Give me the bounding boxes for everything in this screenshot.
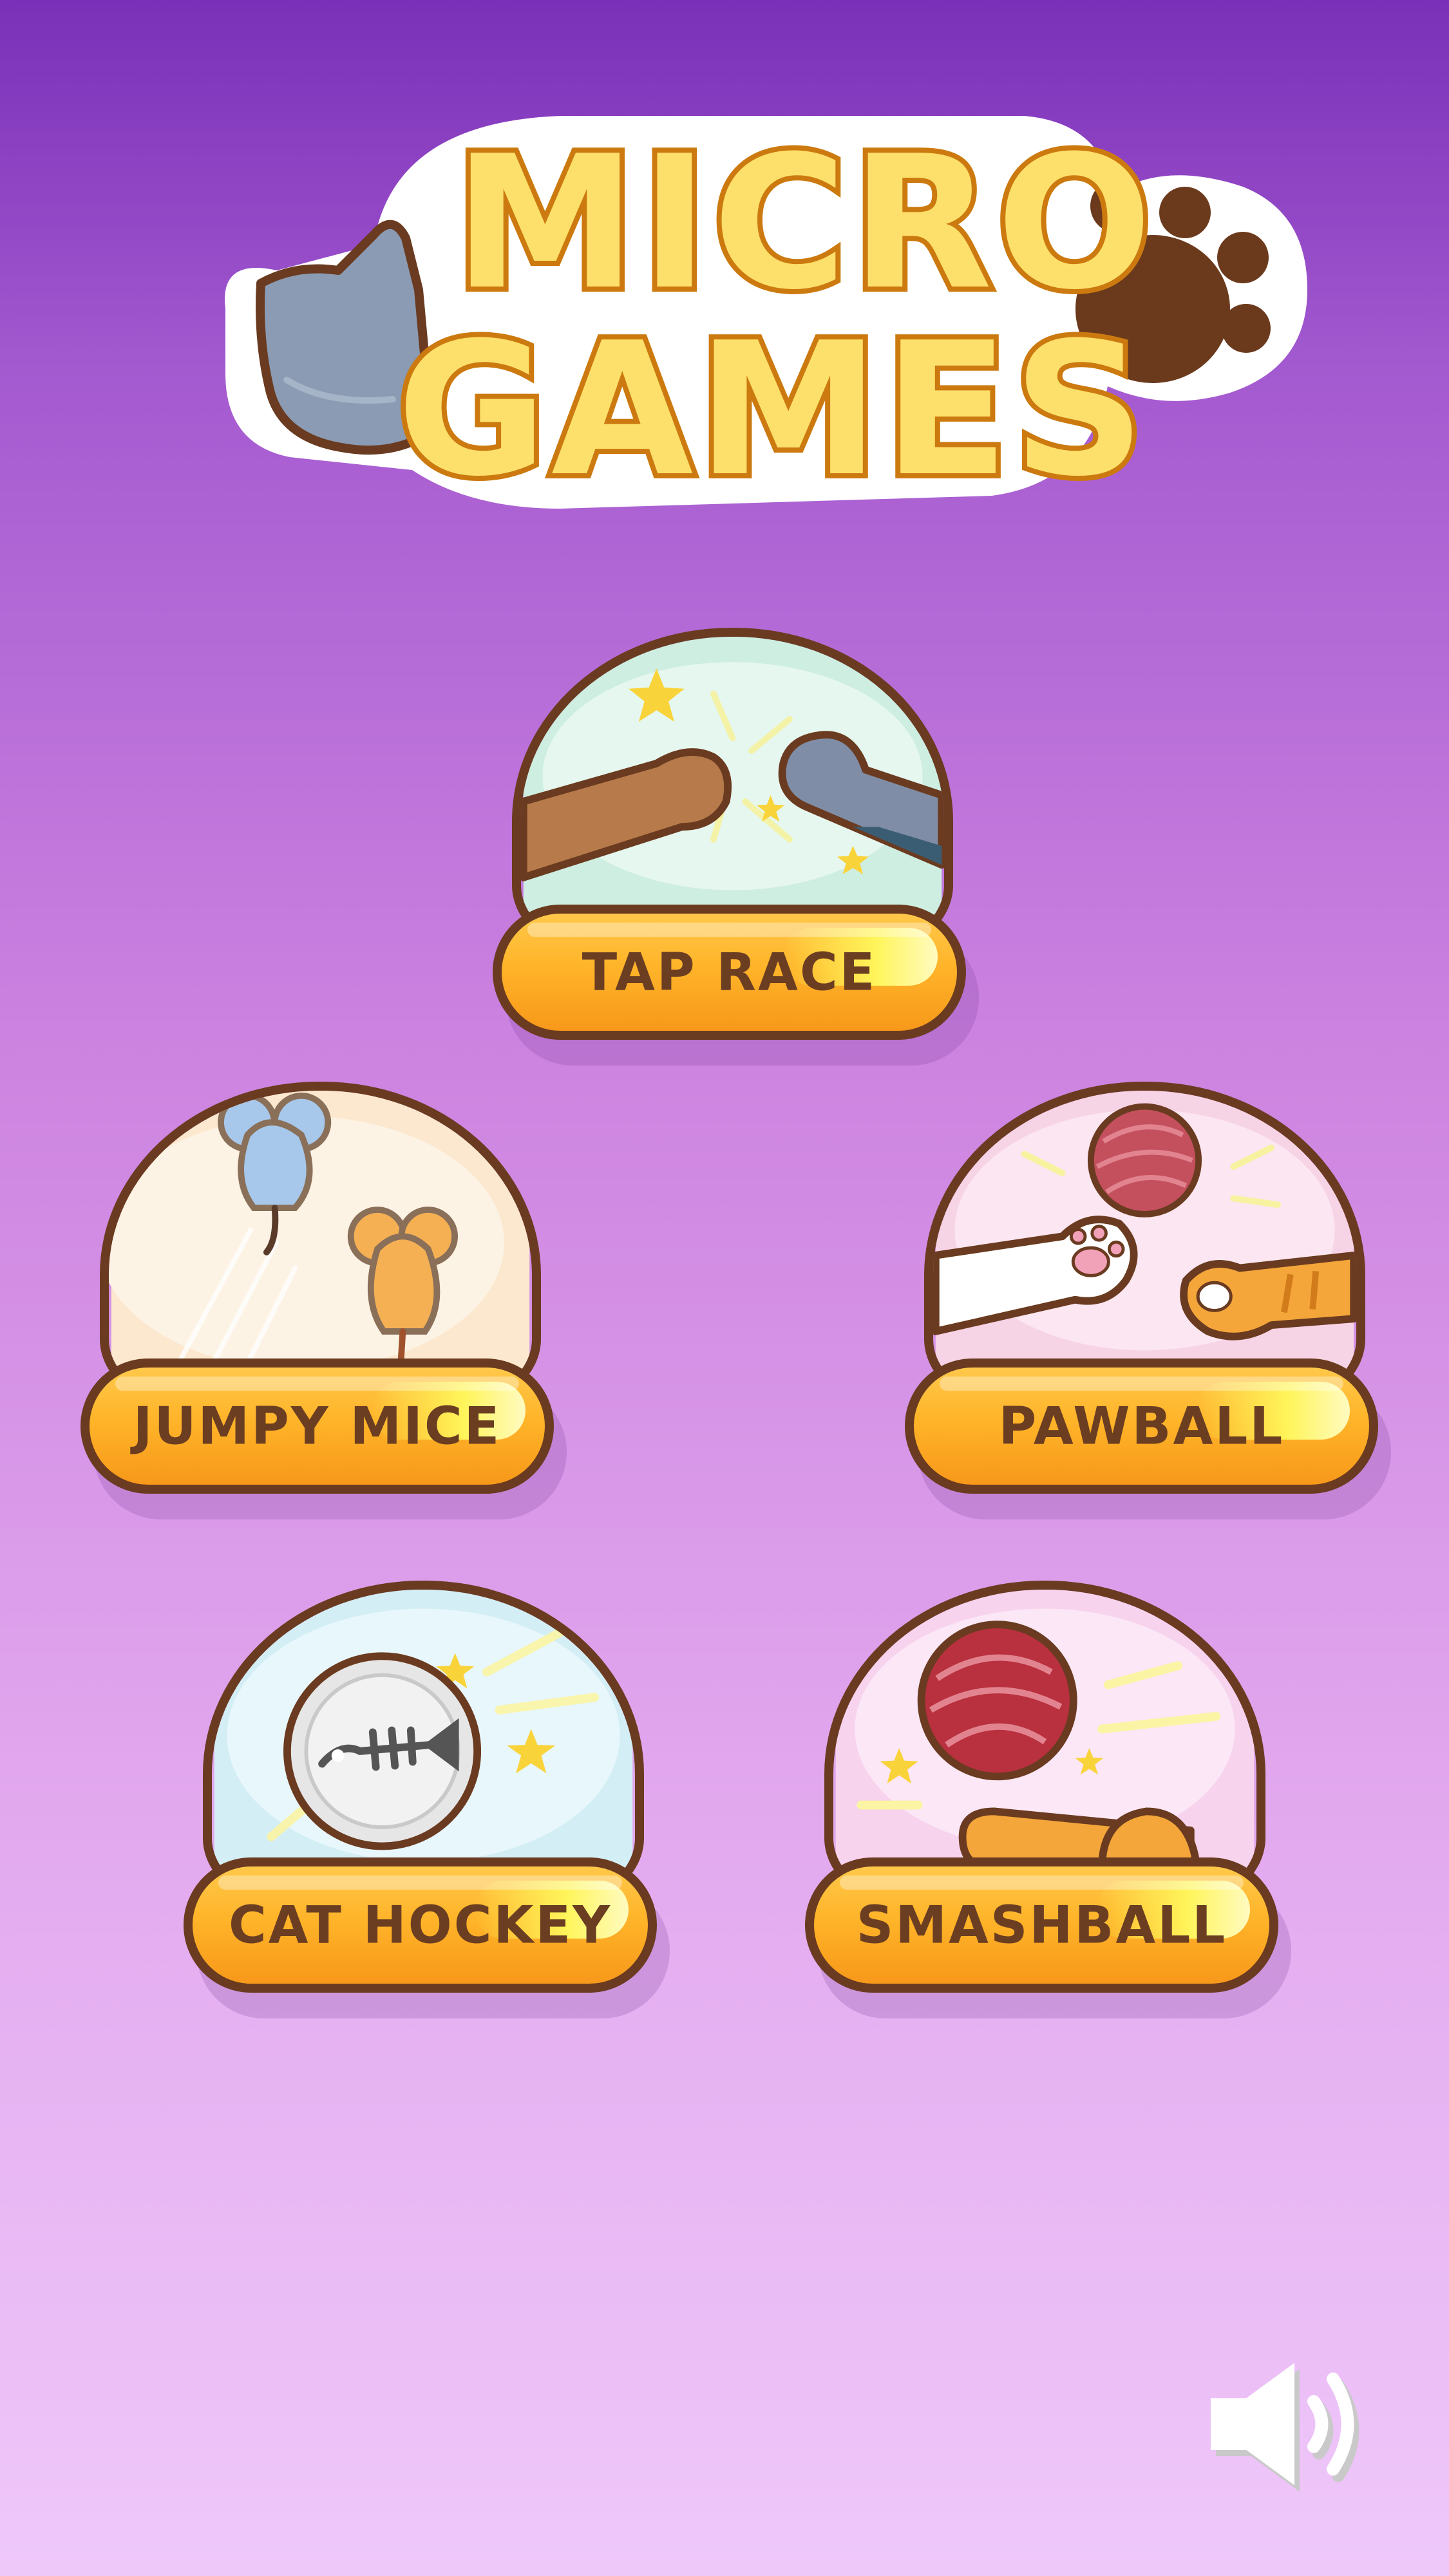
cat-hockey-label: CAT HOCKEY (228, 1895, 612, 1955)
smashball-button[interactable]: SMASHBALL (805, 1857, 1278, 1993)
game-card-tap-race[interactable]: TAP RACE (493, 628, 982, 1091)
speaker-volume-icon (1211, 2363, 1359, 2492)
pawball-button[interactable]: PAWBALL (905, 1359, 1378, 1494)
logo-title-line2: GAMES (392, 303, 1150, 517)
game-card-jumpy-mice[interactable]: JUMPY MICE (80, 1082, 570, 1545)
jumpy-mice-label: JUMPY MICE (133, 1396, 502, 1456)
game-card-smashball[interactable]: SMASHBALL (805, 1581, 1294, 2044)
sound-toggle-button[interactable] (1198, 2350, 1365, 2498)
tap-race-label: TAP RACE (582, 942, 877, 1002)
game-logo: MICRO GAMES (200, 97, 1320, 534)
game-card-pawball[interactable]: PAWBALL (905, 1082, 1394, 1545)
jumpy-mice-button[interactable]: JUMPY MICE (80, 1359, 554, 1494)
tap-race-button[interactable]: TAP RACE (493, 905, 966, 1040)
logo-title-line1: MICRO (449, 117, 1158, 330)
smashball-label: SMASHBALL (856, 1895, 1227, 1955)
pawball-label: PAWBALL (998, 1396, 1285, 1456)
game-card-cat-hockey[interactable]: CAT HOCKEY (184, 1581, 673, 2044)
cat-hockey-button[interactable]: CAT HOCKEY (184, 1857, 657, 1993)
